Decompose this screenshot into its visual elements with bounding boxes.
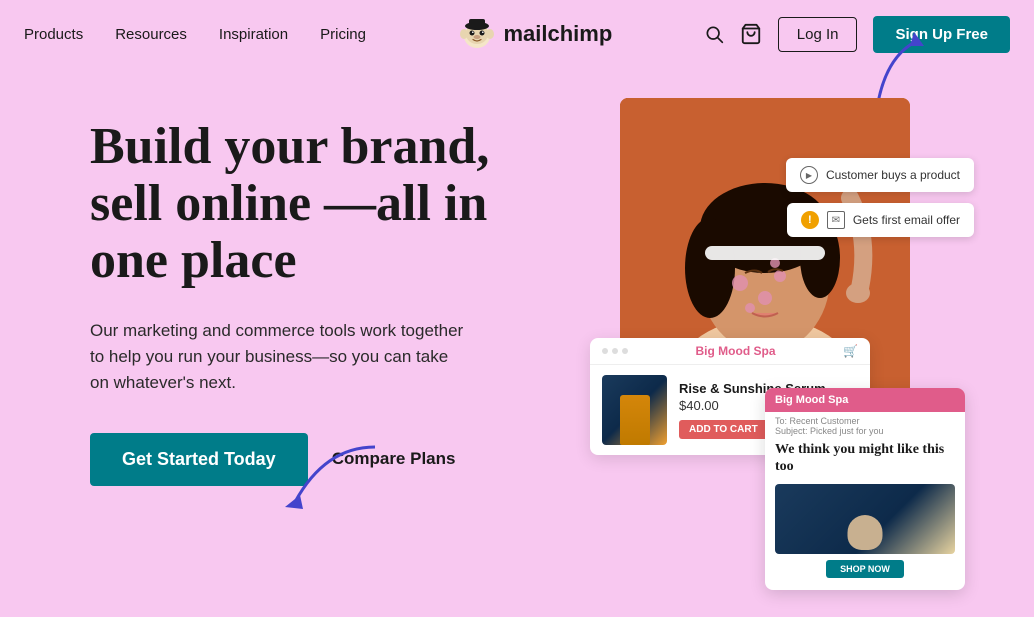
cart-button[interactable]	[740, 23, 762, 45]
login-button[interactable]: Log In	[778, 17, 858, 52]
hero-headline: Build your brand, sell online —all in on…	[90, 118, 570, 290]
store-name: Big Mood Spa	[628, 344, 843, 358]
automation-card-2: ! ✉ Gets first email offer	[787, 203, 974, 237]
hero-left: Build your brand, sell online —all in on…	[90, 98, 570, 486]
arrow-left-container	[265, 437, 385, 522]
nav-left: Products Resources Inspiration Pricing	[24, 26, 366, 43]
warning-icon: !	[801, 211, 819, 229]
candle-image	[848, 515, 883, 550]
logo-text: mailchimp	[503, 21, 612, 47]
email-card: Big Mood Spa To: Recent Customer Subject…	[765, 388, 965, 590]
hero-subtext: Our marketing and commerce tools work to…	[90, 318, 470, 397]
nav-products[interactable]: Products	[24, 26, 83, 43]
email-product-image	[775, 484, 955, 554]
hero-section: Build your brand, sell online —all in on…	[0, 68, 1034, 617]
automation-label-2: Gets first email offer	[853, 213, 960, 227]
serum-bottle	[620, 395, 650, 445]
dot-1	[602, 348, 608, 354]
automation-label-1: Customer buys a product	[826, 168, 960, 182]
nav-resources[interactable]: Resources	[115, 26, 187, 43]
dot-2	[612, 348, 618, 354]
nav-pricing[interactable]: Pricing	[320, 26, 366, 43]
shop-now-button[interactable]: SHOP NOW	[826, 560, 904, 578]
product-image	[602, 375, 667, 445]
email-brand: Big Mood Spa	[775, 394, 955, 406]
nav-logo[interactable]: mailchimp	[457, 14, 612, 54]
email-to: To: Recent Customer Subject: Picked just…	[765, 412, 965, 438]
play-icon: ▶	[800, 166, 818, 184]
search-button[interactable]	[704, 24, 724, 44]
email-headline: We think you might like this too	[775, 442, 955, 476]
automation-card-1: ▶ Customer buys a product	[786, 158, 974, 192]
cart-icon-small: 🛒	[843, 344, 858, 358]
hero-right: ▶ Customer buys a product ! ✉ Gets first…	[590, 98, 964, 598]
email-subject: Subject: Picked just for you	[775, 426, 955, 436]
product-card-header: Big Mood Spa 🛒	[590, 338, 870, 365]
email-to-label: To: Recent Customer	[775, 416, 955, 426]
nav-inspiration[interactable]: Inspiration	[219, 26, 288, 43]
nav-right: Log In Sign Up Free	[704, 16, 1010, 53]
mail-icon: ✉	[827, 211, 845, 229]
email-card-body: We think you might like this too SHOP NO…	[765, 438, 965, 582]
email-card-header: Big Mood Spa	[765, 388, 965, 412]
browser-dots	[602, 348, 628, 354]
add-to-cart-button[interactable]: ADD TO CART	[679, 420, 768, 439]
